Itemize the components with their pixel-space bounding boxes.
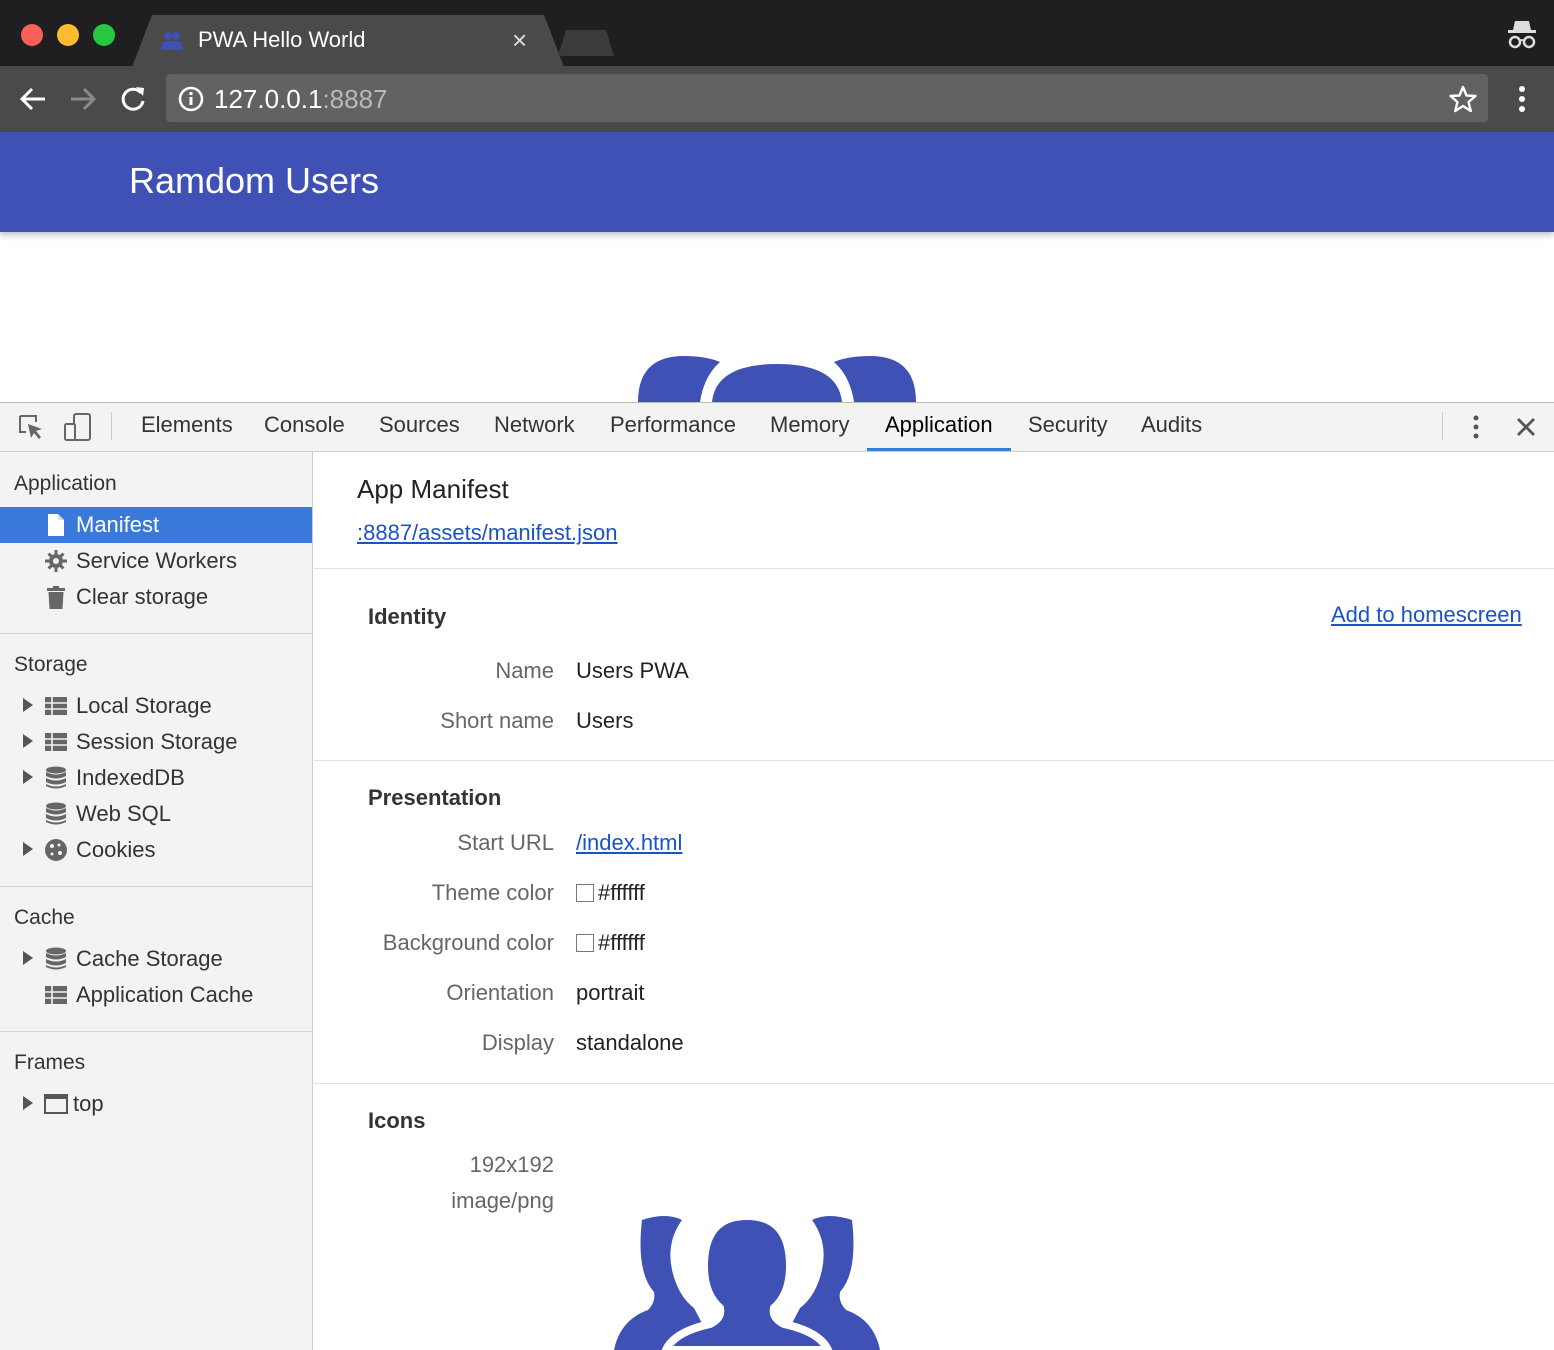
inspect-element-icon[interactable] (16, 412, 46, 442)
info-icon[interactable] (178, 86, 204, 112)
frame-window-icon (44, 1094, 68, 1114)
start-url-label: Start URL (457, 830, 554, 855)
devtools-menu-icon[interactable] (1461, 412, 1491, 442)
short-name-value: Users (576, 708, 634, 733)
expand-triangle-icon[interactable] (22, 770, 34, 784)
section-divider (314, 1083, 1554, 1084)
tab-security[interactable]: Security (1028, 412, 1107, 438)
tab-title: PWA Hello World (198, 27, 366, 52)
incognito-icon (1508, 21, 1536, 49)
tab-memory[interactable]: Memory (770, 412, 849, 438)
new-tab-button[interactable] (558, 30, 614, 56)
sidebar-item-service-workers[interactable]: Service Workers (0, 543, 312, 579)
manifest-title: App Manifest (357, 474, 509, 504)
minimize-window-button[interactable] (57, 24, 79, 46)
color-swatch (576, 934, 594, 952)
presentation-header: Presentation (368, 785, 502, 810)
icon-size-label: 192x192 (469, 1152, 554, 1177)
users-logo-icon (638, 356, 916, 402)
icon-type-label: image/png (451, 1188, 554, 1213)
color-swatch (576, 884, 594, 902)
sidebar-item-label: Manifest (76, 512, 160, 537)
sidebar-item-label: Web SQL (76, 801, 171, 826)
device-toolbar-icon[interactable] (62, 412, 92, 442)
manifest-users-icon (614, 1212, 880, 1350)
add-to-homescreen-link[interactable]: Add to homescreen (1331, 602, 1522, 628)
tab-application[interactable]: Application (885, 412, 993, 438)
active-tab-indicator (867, 448, 1011, 451)
sidebar-item-indexeddb[interactable]: IndexedDB (0, 760, 312, 796)
devtools-close-icon[interactable] (1512, 412, 1540, 442)
url-host: 127.0.0.1 (214, 84, 323, 114)
expand-triangle-icon[interactable] (22, 1096, 34, 1110)
tab-elements[interactable]: Elements (141, 412, 233, 438)
sidebar-item-top-frame[interactable]: top (0, 1086, 312, 1122)
theme-color-label: Theme color (431, 880, 554, 905)
name-value: Users PWA (576, 658, 689, 683)
start-url-link[interactable]: /index.html (576, 830, 682, 856)
back-arrow-icon[interactable] (17, 84, 49, 114)
tab-audits[interactable]: Audits (1141, 412, 1202, 438)
expand-triangle-icon[interactable] (22, 734, 34, 748)
tab-sources[interactable]: Sources (379, 412, 460, 438)
sidebar-item-manifest[interactable]: Manifest (0, 507, 312, 543)
orientation-value: portrait (576, 980, 645, 1005)
display-value: standalone (576, 1030, 684, 1055)
sidebar-header-cache: Cache (14, 906, 75, 929)
tab-performance[interactable]: Performance (610, 412, 736, 438)
users-favicon-icon (161, 32, 183, 50)
section-divider (314, 760, 1554, 761)
close-window-button[interactable] (21, 24, 43, 46)
sidebar-item-label: top (73, 1091, 104, 1116)
toolbar-separator (111, 412, 112, 440)
sidebar-item-label: IndexedDB (76, 765, 185, 790)
background-color-text: #ffffff (598, 930, 645, 955)
database-icon (46, 766, 66, 789)
sidebar-item-label: Service Workers (76, 548, 237, 573)
short-name-label: Short name (440, 708, 554, 733)
bookmark-star-icon[interactable] (1448, 84, 1478, 114)
background-color-value: #ffffff (576, 930, 645, 956)
document-icon (48, 514, 64, 536)
browser-menu-icon[interactable] (1512, 84, 1532, 114)
gear-icon (45, 550, 67, 572)
icons-header: Icons (368, 1108, 426, 1133)
tab-close-icon[interactable]: × (512, 25, 527, 55)
sidebar-item-web-sql[interactable]: Web SQL (0, 796, 312, 832)
sidebar-item-clear-storage[interactable]: Clear storage (0, 579, 312, 615)
reload-icon[interactable] (117, 84, 149, 114)
forward-arrow-icon[interactable] (67, 84, 99, 114)
toolbar-separator (1442, 412, 1443, 440)
sidebar-divider (0, 633, 312, 634)
url-text[interactable]: 127.0.0.1:8887 (214, 84, 388, 115)
sidebar-header-application: Application (14, 472, 117, 495)
identity-header: Identity (368, 604, 447, 629)
theme-color-text: #ffffff (598, 880, 645, 905)
database-icon (46, 802, 66, 825)
sidebar-item-label: Clear storage (76, 584, 209, 609)
trash-icon (47, 586, 65, 609)
section-divider (314, 568, 1554, 569)
name-label: Name (495, 658, 554, 683)
manifest-link[interactable]: :8887/assets/manifest.json (357, 520, 617, 546)
tab-console[interactable]: Console (264, 412, 345, 438)
tab-network[interactable]: Network (494, 412, 575, 438)
url-port: :8887 (322, 84, 388, 114)
theme-color-value: #ffffff (576, 880, 645, 906)
app-title: Ramdom Users (129, 160, 380, 201)
orientation-label: Orientation (446, 980, 554, 1005)
maximize-window-button[interactable] (93, 24, 115, 46)
display-label: Display (481, 1030, 554, 1055)
background-color-label: Background color (382, 930, 554, 955)
